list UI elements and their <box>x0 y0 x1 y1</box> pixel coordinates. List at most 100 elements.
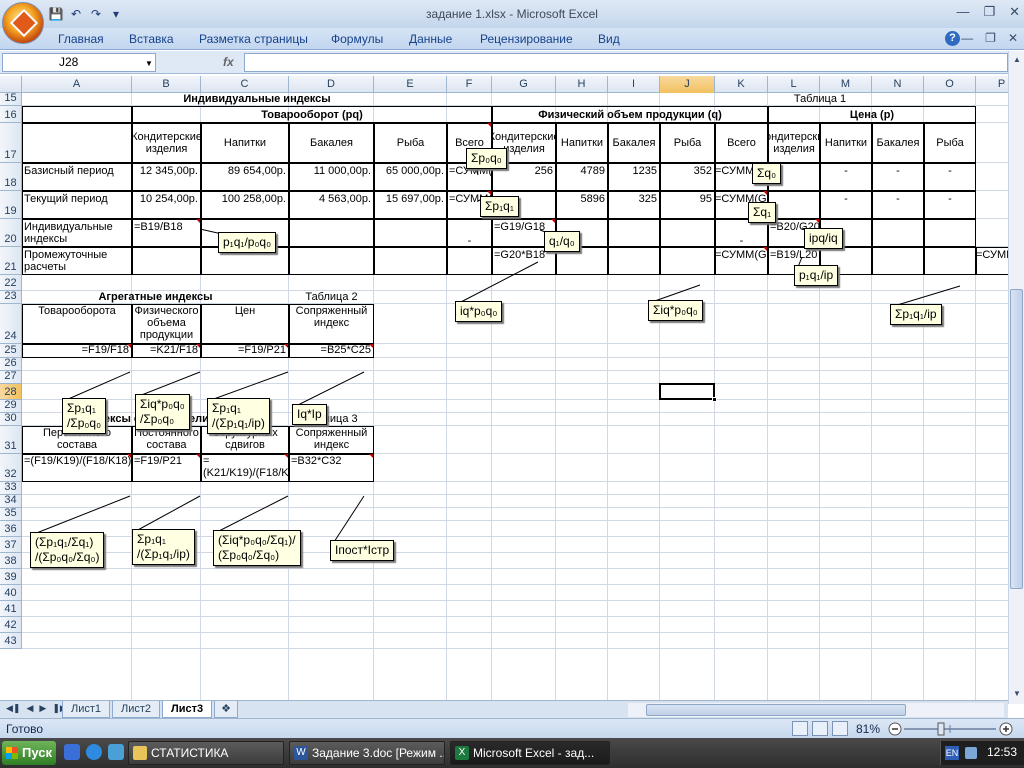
row-header-32[interactable]: 32 <box>0 454 22 482</box>
next-sheet-icon[interactable]: ▶ <box>39 703 46 714</box>
cell-b25[interactable]: =K21/F18 <box>132 344 201 358</box>
vertical-scroll-thumb[interactable] <box>1010 289 1023 589</box>
scroll-up-icon[interactable]: ▲ <box>1010 53 1024 67</box>
cell-c17[interactable]: Напитки <box>201 123 289 163</box>
column-header-i[interactable]: I <box>608 76 660 93</box>
cell-e19[interactable]: 15 697,00р. <box>374 191 447 219</box>
sheet-tab-2[interactable]: Лист2 <box>112 701 161 718</box>
row-header-18[interactable]: 18 <box>0 163 22 191</box>
row-header-15[interactable]: 15 <box>0 92 22 106</box>
prev-sheet-icon[interactable]: ◀ <box>26 703 33 714</box>
cell-p21[interactable]: =СУММ(L21:O21) <box>976 247 1008 275</box>
comment-avg-conj[interactable]: Iпост*Iстр <box>330 540 395 561</box>
insert-function-icon[interactable]: fx <box>223 55 234 69</box>
row-header-40[interactable]: 40 <box>0 585 22 601</box>
cell-b31[interactable]: Постоянного состава <box>132 426 201 454</box>
comment-ratio-pq[interactable]: p₁q₁/p₀q₀ <box>218 232 277 253</box>
comment-spoq0[interactable]: Σp₀q₀ <box>466 148 507 169</box>
comment-indicator[interactable] <box>196 344 200 348</box>
maximize-icon[interactable]: ❐ <box>983 4 995 20</box>
cell-i18[interactable]: 1235 <box>608 163 660 191</box>
comment-sum-iq-pq[interactable]: Σiq*p₀q₀ <box>648 300 703 321</box>
cell-i19[interactable]: 325 <box>608 191 660 219</box>
row-header-20[interactable]: 20 <box>0 219 22 247</box>
cell-h-volume[interactable]: Физический объем продукции (q) <box>492 106 768 123</box>
active-cell[interactable] <box>659 383 717 402</box>
chevron-down-icon[interactable]: ▼ <box>145 59 153 68</box>
comment-indicator[interactable] <box>196 219 200 223</box>
cell-d25[interactable]: =B25*C25 <box>289 344 374 358</box>
comment-indicator[interactable] <box>127 344 131 348</box>
doc-restore-icon[interactable]: ❐ <box>985 31 996 45</box>
language-indicator[interactable]: EN <box>945 746 959 760</box>
comment-indicator[interactable] <box>284 454 288 458</box>
doc-minimize-icon[interactable]: — <box>961 31 973 45</box>
cell-d17[interactable]: Бакалея <box>289 123 374 163</box>
row-header-43[interactable]: 43 <box>0 633 22 649</box>
scroll-down-icon[interactable]: ▼ <box>1010 687 1024 701</box>
tab-home[interactable]: Главная <box>58 32 104 46</box>
page-layout-view-icon[interactable] <box>812 721 828 736</box>
cell-k21[interactable]: =СУММ(G21:J21) <box>715 247 768 275</box>
row-header-39[interactable]: 39 <box>0 569 22 585</box>
tab-insert[interactable]: Вставка <box>129 32 174 46</box>
cell-j19[interactable]: 95 <box>660 191 715 219</box>
comment-indicator[interactable] <box>763 247 767 251</box>
cell-b32[interactable]: =F19/P21 <box>132 454 201 482</box>
sheet-tab-3[interactable]: Лист3 <box>162 701 213 718</box>
cell-c25[interactable]: =F19/P21 <box>201 344 289 358</box>
cell-d31[interactable]: Сопряженный индекс <box>289 426 374 454</box>
cell-m19[interactable]: - <box>820 191 872 219</box>
cell-o17[interactable]: Рыба <box>924 123 976 163</box>
cell-h17[interactable]: Напитки <box>556 123 608 163</box>
column-header-n[interactable]: N <box>872 76 924 93</box>
row-header-38[interactable]: 38 <box>0 553 22 569</box>
zoom-level[interactable]: 81% <box>856 722 880 736</box>
cell-n18[interactable]: - <box>872 163 924 191</box>
column-header-a[interactable]: A <box>22 76 132 93</box>
comment-agg-price[interactable]: Σp₁q₁/(Σp₁q₁/ip) <box>207 398 270 434</box>
cell-b19[interactable]: 10 254,00р. <box>132 191 201 219</box>
cell-h-turnover[interactable]: Товарооборот (pq) <box>132 106 492 123</box>
minimize-icon[interactable]: — <box>956 4 969 20</box>
cell-n19[interactable]: - <box>872 191 924 219</box>
taskbar-item-excel[interactable]: X Microsoft Excel - зад... <box>450 741 610 765</box>
column-header-m[interactable]: M <box>820 76 872 93</box>
show-desktop-icon[interactable] <box>64 744 80 760</box>
row-header-42[interactable]: 42 <box>0 617 22 633</box>
taskbar-item-folder[interactable]: СТАТИСТИКА <box>128 741 284 765</box>
comment-indicator[interactable] <box>369 344 373 348</box>
comment-indicator[interactable] <box>487 191 491 195</box>
comment-avg-struct[interactable]: (Σiq*p₀q₀/Σq₁)/(Σp₀q₀/Σq₀) <box>213 530 301 566</box>
fill-handle[interactable] <box>712 397 717 402</box>
cell-c19[interactable]: 100 258,00р. <box>201 191 289 219</box>
row-header-19[interactable]: 19 <box>0 191 22 219</box>
comment-iq-pq[interactable]: iq*p₀q₀ <box>455 301 503 322</box>
comment-avg-const[interactable]: Σp₁q₁/(Σp₁q₁/ip) <box>132 529 195 565</box>
comment-indicator[interactable] <box>369 454 373 458</box>
column-header-c[interactable]: C <box>201 76 289 93</box>
comment-ratio-q[interactable]: q₁/q₀ <box>544 231 580 252</box>
cell-j17[interactable]: Рыба <box>660 123 715 163</box>
comment-agg-volume[interactable]: Σiq*p₀q₀/Σp₀q₀ <box>135 394 190 430</box>
cell-c32[interactable]: =(K21/K19)/(F18/K18) <box>201 454 289 482</box>
cell-m18[interactable]: - <box>820 163 872 191</box>
page-break-view-icon[interactable] <box>832 721 848 736</box>
zoom-slider[interactable] <box>888 721 1014 737</box>
normal-view-icon[interactable] <box>792 721 808 736</box>
close-icon[interactable]: ✕ <box>1009 4 1020 20</box>
row-header-25[interactable]: 25 <box>0 344 22 358</box>
cell-k20[interactable]: - <box>715 219 768 247</box>
row-header-41[interactable]: 41 <box>0 601 22 617</box>
row-header-35[interactable]: 35 <box>0 507 22 521</box>
cell-j18[interactable]: 352 <box>660 163 715 191</box>
comment-sq0[interactable]: Σq₀ <box>752 163 782 184</box>
row-header-22[interactable]: 22 <box>0 275 22 291</box>
cell-o19[interactable]: - <box>924 191 976 219</box>
cell-a19[interactable]: Текущий период <box>22 191 132 219</box>
row-header-17[interactable]: 17 <box>0 123 22 163</box>
cell-a20[interactable]: Индивидуальные индексы <box>22 219 132 247</box>
column-header-k[interactable]: K <box>715 76 768 93</box>
comment-indicator[interactable] <box>815 219 819 223</box>
tab-review[interactable]: Рецензирование <box>480 32 573 46</box>
